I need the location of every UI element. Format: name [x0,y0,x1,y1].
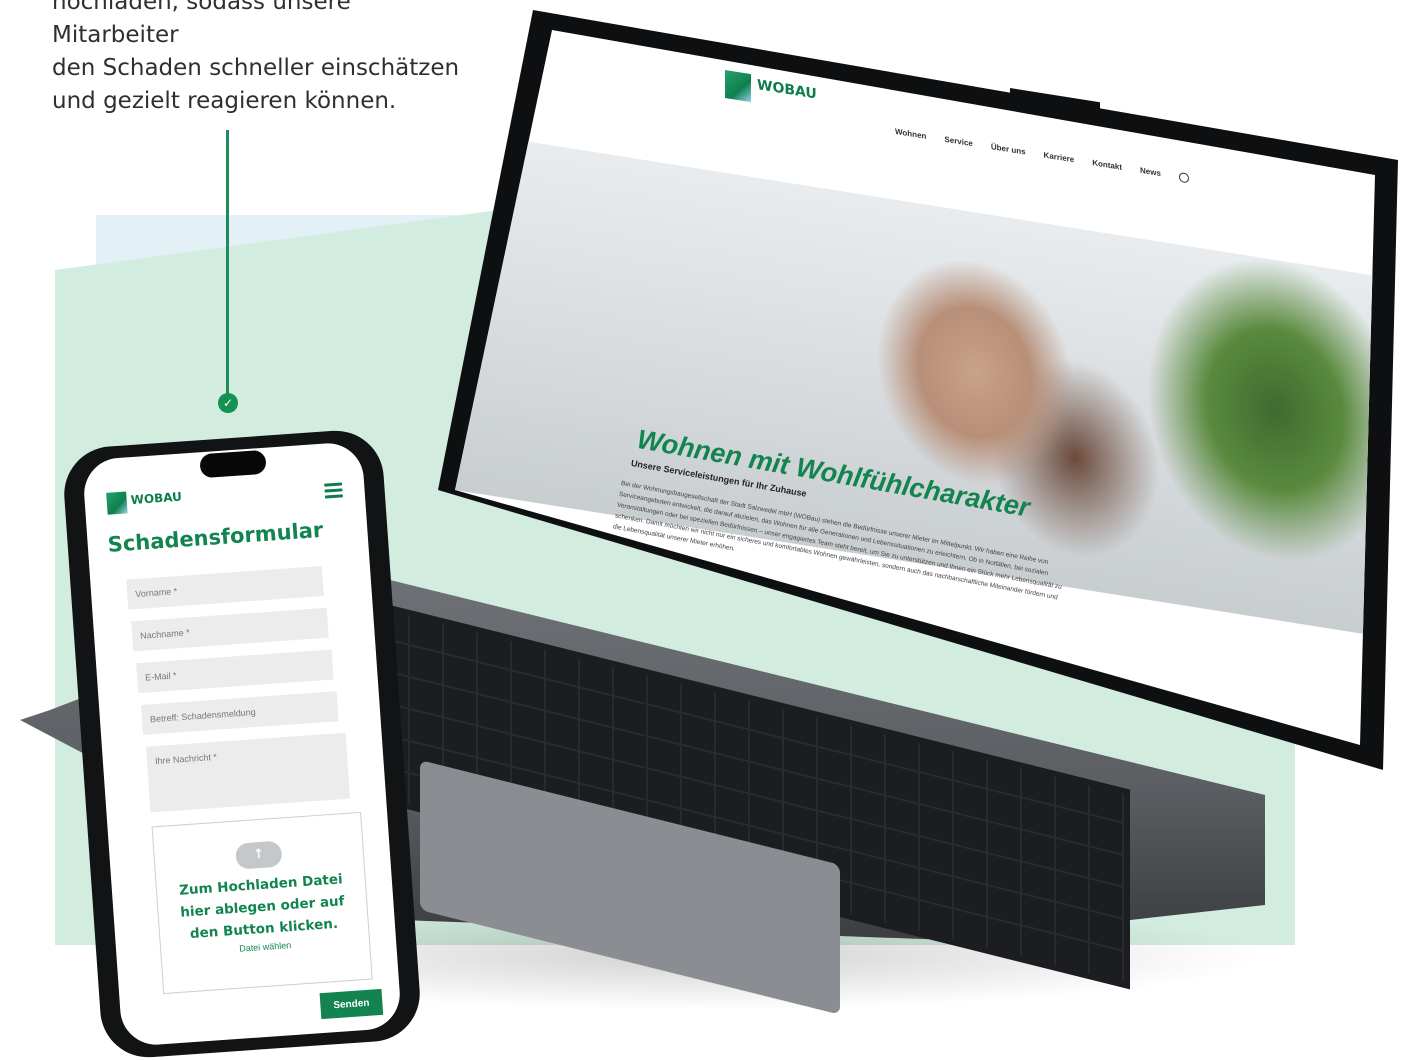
intro-text: hochladen, sodass unsere Mitarbeiter den… [52,0,482,118]
intro-line-1: hochladen, sodass unsere Mitarbeiter [52,0,351,48]
site-logo-text[interactable]: WOBAU [757,77,817,102]
nachricht-textarea[interactable]: Ihre Nachricht * [145,732,351,813]
intro-line-3: und gezielt reagieren können. [52,88,397,114]
nav-item-ueber-uns[interactable]: Über uns [991,142,1026,157]
betreff-field[interactable]: Betreff: Schadensmeldung [141,691,339,735]
phone-logo-text[interactable]: WOBAU [130,490,182,508]
nav-item-karriere[interactable]: Karriere [1044,150,1075,165]
phone-screen: WOBAU Schadensformular Vorname * Nachnam… [81,440,403,1048]
nav-item-service[interactable]: Service [944,135,972,150]
nachname-field[interactable]: Nachname * [131,607,329,652]
email-field[interactable]: E-Mail * [136,649,334,694]
intro-line-2: den Schaden schneller einschätzen [52,55,460,81]
cloud-upload-icon: ↑ [234,840,283,870]
search-icon[interactable] [1178,171,1189,184]
vorname-field[interactable]: Vorname * [126,566,324,610]
form-title: Schadensformular [106,517,325,557]
wobau-logo-icon[interactable] [106,491,128,515]
hamburger-menu-icon[interactable] [324,482,344,501]
file-dropzone[interactable]: ↑ Zum Hochladen Datei hier ablegen oder … [151,811,373,995]
send-button[interactable]: Senden [319,988,384,1020]
site-nav: Wohnen Service Über uns Karriere Kontakt… [895,127,1189,184]
connector-line [226,130,229,398]
check-icon: ✓ [218,393,238,413]
nav-item-kontakt[interactable]: Kontakt [1092,158,1122,173]
phone-dynamic-island [199,449,267,479]
nav-item-news[interactable]: News [1140,166,1161,179]
nav-item-wohnen[interactable]: Wohnen [895,127,926,142]
dropzone-text: Zum Hochladen Datei hier ablegen oder au… [178,871,346,943]
wobau-logo-icon[interactable] [725,70,751,103]
